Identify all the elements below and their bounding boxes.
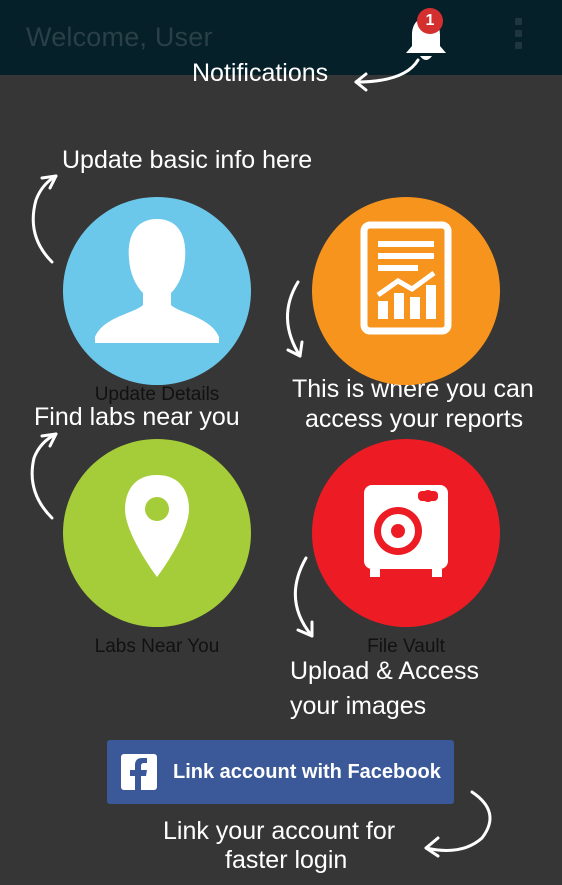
arrow-to-file-vault (293, 556, 314, 638)
arrow-to-labs (30, 432, 58, 520)
arrow-to-update-details (31, 174, 58, 264)
arrow-to-reports (286, 280, 302, 358)
arrows-overlay (30, 58, 492, 858)
arrow-to-notifications (354, 58, 420, 84)
